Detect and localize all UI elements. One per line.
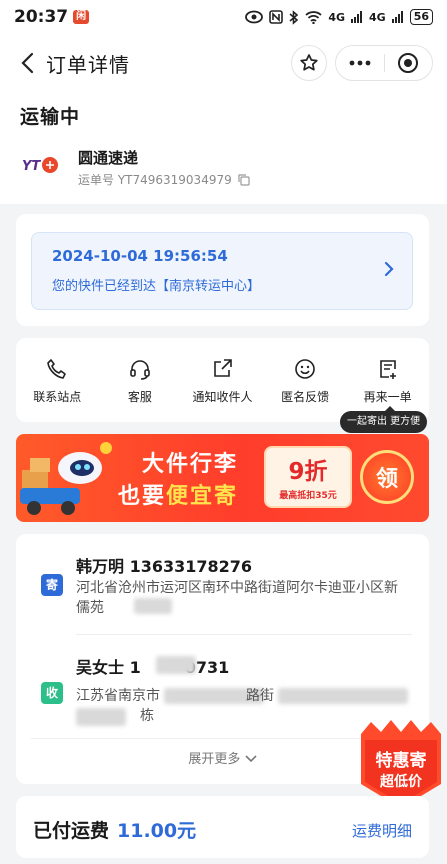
svg-text:超低价: 超低价	[379, 773, 423, 790]
sender-name: 韩万明 13633178276	[76, 557, 253, 576]
chevron-left-icon	[21, 52, 34, 74]
signal-bars-1-icon	[351, 11, 362, 23]
reorder-icon	[379, 360, 396, 379]
quick-actions: 联系站点 客服 通知收件人 匿名反馈 再来一单	[16, 338, 429, 422]
tracking-card: 2024-10-04 19:56:54 您的快件已经到达【南京转运中心】	[16, 214, 429, 326]
redacted-region	[278, 688, 408, 704]
nfc-icon	[269, 10, 284, 24]
receiver-tag: 收	[41, 682, 63, 704]
favorite-button[interactable]	[291, 45, 327, 81]
share-icon	[214, 359, 233, 377]
receiver-name: 吴女士 1 0731	[76, 658, 230, 677]
contact-station-button[interactable]: 联系站点	[16, 338, 99, 422]
delivery-mascot-icon	[20, 442, 112, 515]
yto-logo: YT	[22, 154, 58, 176]
tracking-datetime: 2024-10-04 19:56:54	[52, 247, 228, 265]
action-label: 再来一单	[363, 390, 412, 404]
star-icon	[300, 54, 318, 71]
paid-freight: 已付运费 11.00元	[33, 816, 196, 843]
mini-program-capsule	[335, 45, 433, 81]
more-dots-icon	[349, 60, 371, 66]
action-label: 匿名反馈	[281, 390, 330, 404]
phone-icon	[47, 359, 67, 379]
nav-actions	[291, 45, 433, 81]
address-divider	[76, 634, 412, 635]
receiver-address-end: 栋	[140, 708, 154, 724]
battery-indicator: 56	[409, 9, 433, 25]
sender-tag: 寄	[41, 574, 63, 596]
chevron-right-icon	[384, 261, 394, 277]
freight-detail-link[interactable]: 运费明细	[352, 820, 412, 841]
anonymous-feedback-button[interactable]: 匿名反馈	[264, 338, 347, 422]
more-button[interactable]	[336, 46, 384, 80]
signal-1-icon: 4G	[328, 10, 345, 24]
headset-icon	[130, 360, 150, 380]
bluetooth-icon	[289, 9, 299, 25]
app-notification-icon: 闲	[73, 10, 90, 24]
back-button[interactable]	[14, 48, 40, 78]
redacted-region	[156, 656, 196, 674]
status-icons: 4G 4G 56	[245, 9, 433, 25]
action-label: 通知收件人	[192, 390, 253, 404]
claim-button[interactable]: 领	[360, 450, 414, 504]
nav-bar: 订单详情	[0, 34, 447, 92]
page-title: 订单详情	[46, 52, 130, 77]
banner-line-2: 也要便宜寄	[118, 484, 239, 509]
promo-banner[interactable]: 大件行李 也要便宜寄 9折 最高抵扣35元 领	[16, 434, 429, 522]
signal-bars-2-icon	[391, 11, 403, 23]
target-icon	[398, 53, 419, 73]
customer-service-button[interactable]: 客服	[99, 338, 182, 422]
banner-highlight: 便宜寄	[166, 484, 239, 509]
waybill-row: 运单号 YT7496319034979	[78, 171, 250, 188]
notify-recipient-button[interactable]: 通知收件人	[181, 338, 264, 422]
eye-icon	[245, 10, 264, 24]
order-header: 运输中 YT 圆通速递 运单号 YT7496319034979	[0, 92, 447, 204]
status-time: 20:37	[14, 7, 69, 27]
copy-icon[interactable]	[238, 173, 250, 186]
reorder-tooltip: 一起寄出 更方便	[340, 406, 428, 433]
svg-text:YT: YT	[22, 159, 41, 174]
chevron-down-icon	[245, 755, 257, 763]
freight-card: 已付运费 11.00元 运费明细	[16, 796, 429, 858]
coupon-limit: 最高抵扣35元	[279, 491, 337, 501]
signal-2-icon: 4G	[369, 10, 386, 24]
discount-coupon: 9折 最高抵扣35元	[264, 446, 352, 508]
svg-text:特惠寄: 特惠寄	[376, 750, 427, 771]
smile-icon	[295, 359, 315, 379]
redacted-region	[134, 598, 172, 614]
tracking-message: 您的快件已经到达【南京转运中心】	[52, 279, 261, 294]
wifi-icon	[305, 10, 322, 24]
sender-address: 河北省沧州市运河区南环中路街道阿尔卡迪亚小区新儒苑	[76, 580, 398, 616]
receiver-address-start: 江苏省南京市	[76, 688, 160, 704]
redacted-region	[76, 708, 126, 726]
coupon-discount: 9折	[288, 459, 328, 485]
latest-tracking[interactable]: 2024-10-04 19:56:54 您的快件已经到达【南京转运中心】	[31, 232, 413, 310]
action-label: 客服	[127, 390, 152, 404]
paid-freight-label: 已付运费	[33, 820, 110, 842]
waybill-number: 运单号 YT7496319034979	[78, 173, 232, 187]
status-bar: 20:37 闲 4G 4G 56	[0, 0, 447, 34]
close-mini-program-button[interactable]	[385, 46, 433, 80]
action-label: 联系站点	[33, 390, 82, 404]
courier-name: 圆通速递	[78, 149, 139, 167]
banner-line-1: 大件行李	[142, 452, 239, 477]
order-status: 运输中	[20, 106, 81, 128]
paid-freight-amount: 11.00元	[117, 820, 197, 842]
